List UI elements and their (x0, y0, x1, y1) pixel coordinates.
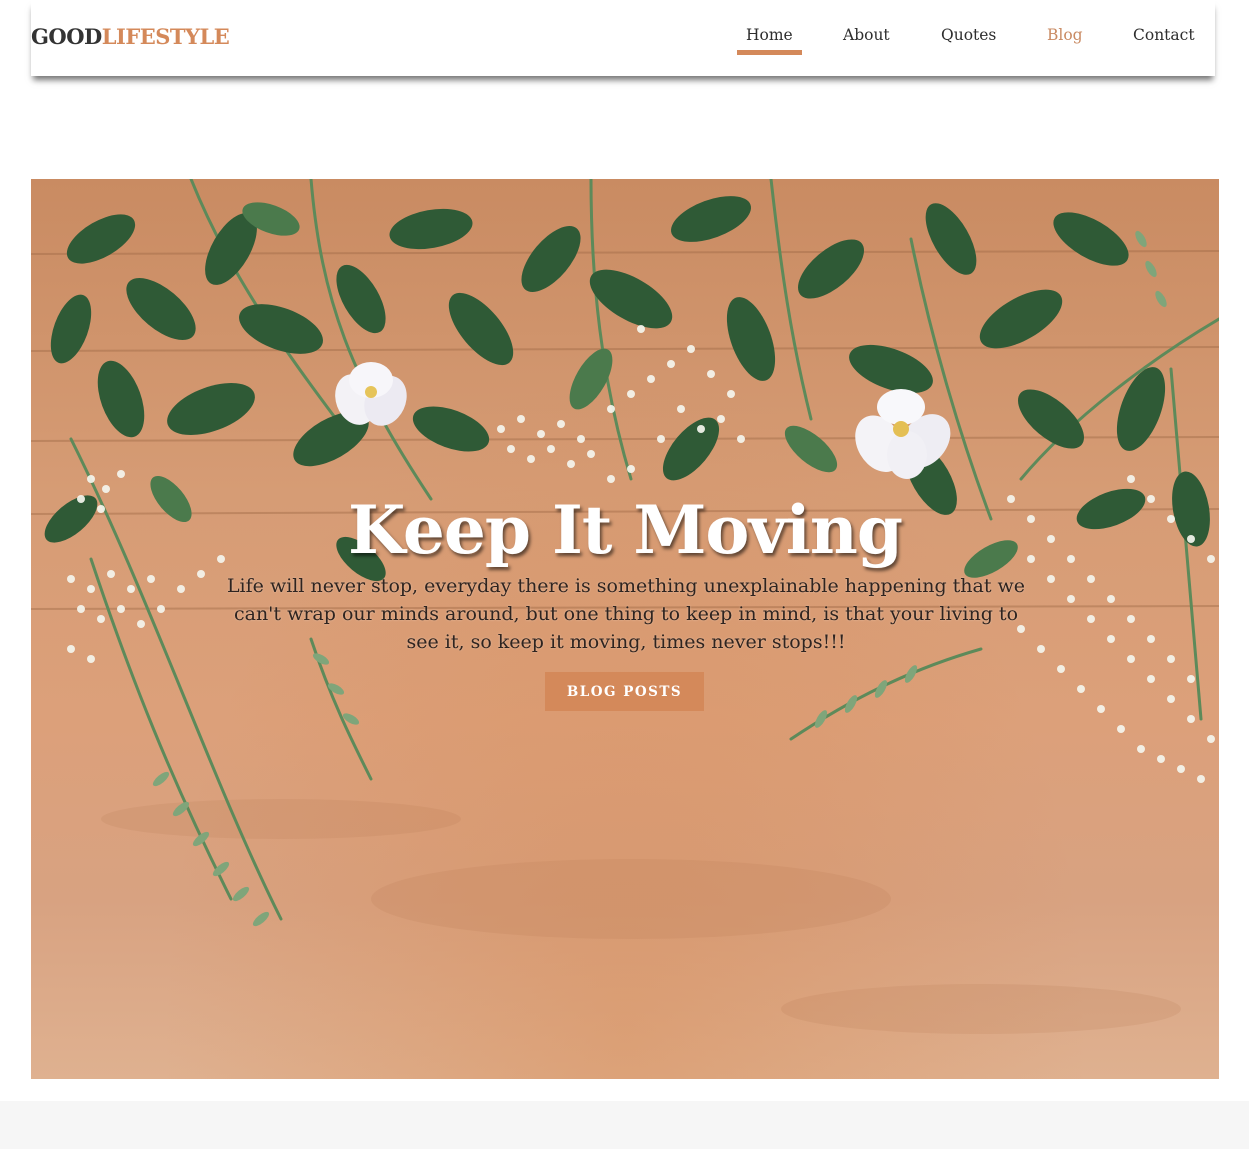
nav-about-link[interactable]: About (843, 26, 890, 48)
nav-quotes-link[interactable]: Quotes (941, 26, 996, 48)
logo-part-lifestyle: LIFESTYLE (101, 24, 230, 49)
blog-posts-button[interactable]: BLOG POSTS (545, 672, 704, 711)
hero-banner: Keep It Moving Life will never stop, eve… (31, 179, 1219, 1079)
nav-contact-link[interactable]: Contact (1133, 26, 1195, 48)
footer-strip (0, 1101, 1249, 1149)
site-header: GOODLIFESTYLE Home About Quotes Blog Con… (31, 0, 1215, 76)
logo-part-good: GOOD (31, 24, 102, 49)
nav-blog-link[interactable]: Blog (1047, 26, 1083, 48)
hero-title: Keep It Moving (348, 491, 903, 569)
nav-home-link[interactable]: Home (737, 26, 802, 55)
hero-description: Life will never stop, everyday there is … (226, 575, 1026, 653)
site-logo[interactable]: GOODLIFESTYLE (31, 24, 230, 49)
